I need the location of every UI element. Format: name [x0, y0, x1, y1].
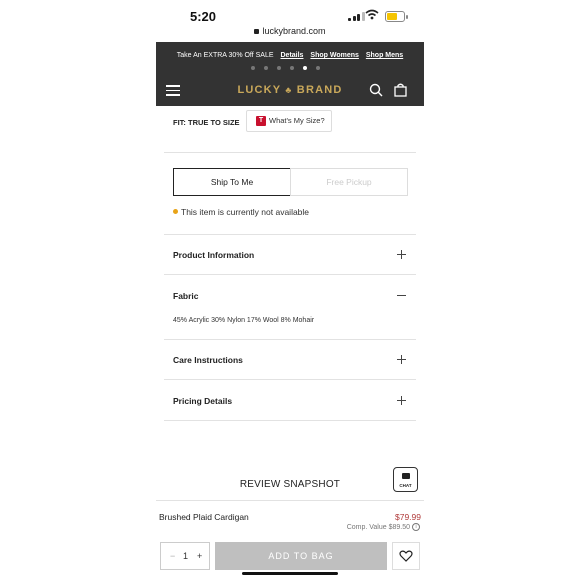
divider: [164, 339, 416, 340]
fabric-composition: 45% Acrylic 30% Nylon 17% Wool 8% Mohair: [173, 317, 315, 324]
carousel-dot[interactable]: [277, 66, 281, 70]
lock-icon: [254, 29, 260, 34]
battery-icon: [385, 11, 408, 22]
availability-message: This item is currently not available: [181, 207, 310, 217]
carousel-dot[interactable]: [316, 66, 320, 70]
url-text: luckybrand.com: [262, 26, 326, 36]
status-bar: 5:20 luckybrand.com: [156, 0, 424, 44]
accordion-care-instructions[interactable]: Care Instructions: [173, 355, 243, 365]
divider: [164, 152, 416, 153]
clock: 5:20: [190, 9, 217, 24]
brand-logo[interactable]: LUCKY ♣ BRAND: [156, 84, 424, 96]
carousel-dot[interactable]: [251, 66, 255, 70]
expand-plus-icon[interactable]: [397, 250, 406, 259]
increment-button[interactable]: +: [197, 551, 202, 561]
address-bar[interactable]: luckybrand.com: [156, 26, 424, 36]
decrement-button[interactable]: −: [170, 551, 175, 561]
accordion-pricing-details[interactable]: Pricing Details: [173, 396, 232, 406]
heart-icon: [399, 550, 413, 562]
cellular-signal-icon: [348, 12, 365, 21]
comp-value: Comp. Value $89.50 i: [347, 523, 420, 531]
shopping-bag-icon[interactable]: [394, 83, 407, 97]
expand-plus-icon[interactable]: [397, 355, 406, 364]
divider: [164, 420, 416, 421]
availability-dot: [173, 209, 178, 214]
clover-icon: ♣: [285, 85, 293, 95]
whats-my-size-button[interactable]: T What's My Size?: [246, 110, 332, 132]
chat-label: CHAT: [399, 483, 412, 488]
wishlist-button[interactable]: [392, 542, 420, 570]
quantity-value[interactable]: 1: [183, 551, 188, 561]
promo-link-shop-mens[interactable]: Shop Mens: [366, 52, 403, 59]
whats-my-size-label: What's My Size?: [269, 116, 325, 125]
comp-value-text: Comp. Value $89.50: [346, 523, 410, 531]
add-to-bag-button[interactable]: ADD TO BAG: [215, 542, 387, 570]
divider: [164, 234, 416, 235]
promo-text: Take An EXTRA 30% Off SALE: [176, 52, 274, 59]
chat-bubble-icon: [402, 473, 410, 479]
promo-link-details[interactable]: Details: [281, 52, 304, 59]
chat-button[interactable]: CHAT: [393, 467, 418, 492]
main-nav: LUCKY ♣ BRAND: [156, 74, 424, 106]
accordion-fabric[interactable]: Fabric: [173, 291, 199, 301]
info-icon[interactable]: i: [412, 523, 420, 531]
free-pickup-button[interactable]: Free Pickup: [290, 168, 408, 196]
divider: [156, 500, 424, 501]
carousel-dot-active[interactable]: [303, 66, 307, 70]
home-indicator: [242, 572, 338, 575]
promo-banner: Take An EXTRA 30% Off SALE Details Shop …: [156, 42, 424, 74]
divider: [164, 274, 416, 275]
ship-to-me-button[interactable]: Ship To Me: [173, 168, 291, 196]
promo-link-shop-womens[interactable]: Shop Womens: [310, 52, 358, 59]
phone-screen: 5:20 luckybrand.com Take An EXTRA 30% Of…: [156, 0, 424, 580]
product-name: Brushed Plaid Cardigan: [159, 512, 249, 522]
expand-plus-icon[interactable]: [397, 396, 406, 405]
wifi-icon: [365, 9, 379, 20]
collapse-minus-icon[interactable]: [397, 291, 406, 300]
search-icon[interactable]: [369, 83, 383, 97]
quantity-stepper: − 1 +: [160, 542, 210, 570]
product-price: $79.99: [395, 512, 421, 522]
carousel-dot[interactable]: [290, 66, 294, 70]
review-snapshot-heading: REVIEW SNAPSHOT: [239, 479, 341, 490]
divider: [164, 379, 416, 380]
carousel-dot[interactable]: [264, 66, 268, 70]
accordion-product-information[interactable]: Product Information: [173, 250, 254, 260]
carousel-dots: [251, 66, 320, 70]
true-fit-icon: T: [256, 116, 266, 126]
fit-label: FIT: TRUE TO SIZE: [173, 118, 240, 127]
